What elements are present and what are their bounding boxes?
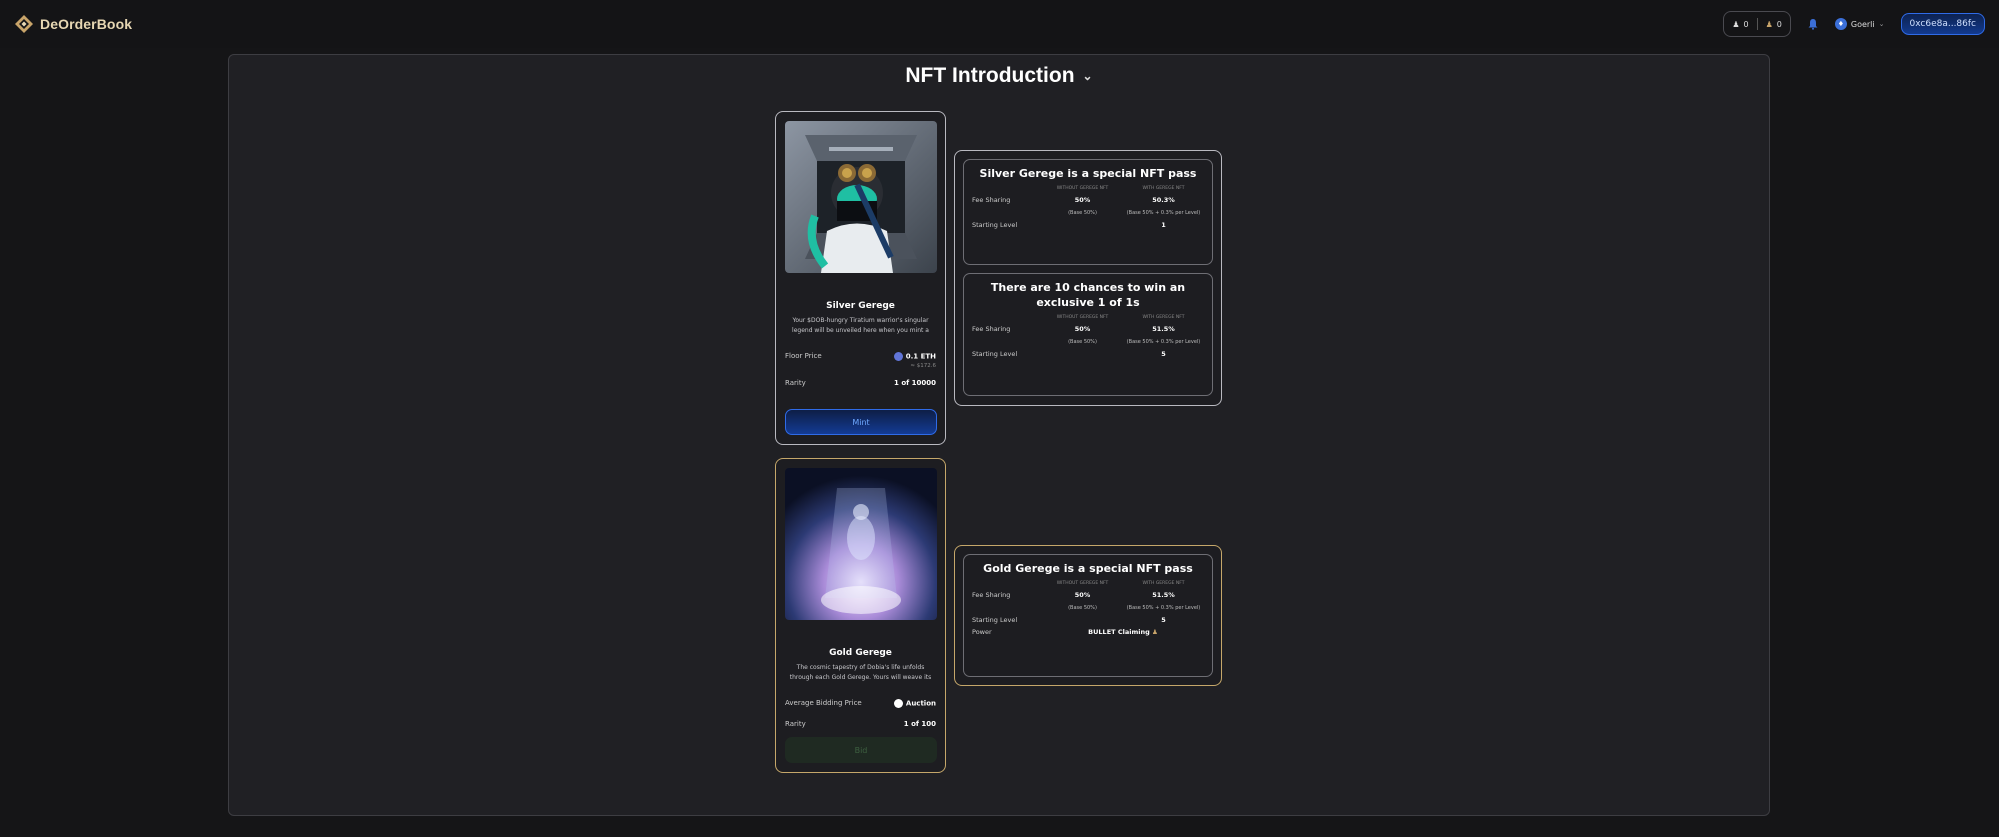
silver-info-panel: Silver Gerege is a special NFT pass WITH…: [954, 150, 1222, 406]
rarity-label: Rarity: [785, 720, 806, 728]
fee-with: 51.5%: [1152, 325, 1175, 333]
note-with: (Base 50% + 0.3% per Level): [1126, 210, 1201, 216]
benefits-table: WITHOUT GEREGE NFT WITH GEREGE NFT Fee S…: [972, 580, 1204, 638]
exclusive-chance-box: There are 10 chances to win an exclusive…: [963, 273, 1213, 396]
token-counters[interactable]: ♟ 0 ♟ 0: [1723, 11, 1791, 37]
eth-icon: [893, 352, 903, 361]
rarity-value: 1 of 10000: [894, 379, 936, 387]
starting-level-value: 5: [1161, 616, 1166, 624]
gold-bullet-icon: ♟: [1765, 19, 1773, 29]
col-header-without: WITHOUT GEREGE NFT: [1056, 581, 1109, 586]
eth-icon: [893, 699, 903, 708]
page-title-dropdown[interactable]: NFT Introduction ⌄: [228, 64, 1770, 88]
fee-sharing-label: Fee Sharing: [972, 196, 1011, 204]
network-selector[interactable]: ♦ Goerli ⌄: [1834, 18, 1885, 30]
power-value-text: BULLET Claiming: [1088, 628, 1150, 636]
fee-with: 51.5%: [1152, 591, 1175, 599]
gold-gerege-card: Gold Gerege The cosmic tapestry of Dobia…: [775, 458, 946, 773]
card-description: The cosmic tapestry of Dobia's life unfo…: [789, 664, 932, 681]
info-title: Gold Gerege is a special NFT pass: [983, 562, 1193, 575]
note-without: (Base 50%): [1068, 605, 1097, 611]
bid-button[interactable]: Bid: [785, 737, 937, 763]
rarity-value: 1 of 100: [903, 720, 936, 728]
floor-price-value: 0.1 ETH: [905, 352, 936, 361]
avg-bid-row: Average Bidding Price Auction: [785, 699, 936, 708]
card-title: Gold Gerege: [829, 648, 892, 658]
gold-bullet-icon: ♟: [1151, 628, 1158, 636]
fee-without: 50%: [1074, 196, 1091, 204]
network-name: Goerli: [1850, 19, 1875, 29]
starting-level-label: Starting Level: [972, 221, 1018, 229]
floor-price-row: Floor Price 0.1 ETH ≈ $172.6: [785, 352, 936, 369]
gold-pass-box: Gold Gerege is a special NFT pass WITHOU…: [963, 554, 1213, 677]
silver-pass-box: Silver Gerege is a special NFT pass WITH…: [963, 159, 1213, 265]
chevron-down-icon: ⌄: [1878, 20, 1885, 28]
fee-sharing-label: Fee Sharing: [972, 325, 1011, 333]
wallet-address-button[interactable]: 0xc6e8a...86fc: [1900, 13, 1985, 35]
note-with: (Base 50% + 0.3% per Level): [1126, 339, 1201, 345]
info-title: Silver Gerege is a special NFT pass: [979, 167, 1197, 180]
gold-gerege-image: [785, 468, 937, 620]
col-header-without: WITHOUT GEREGE NFT: [1056, 315, 1109, 320]
power-value: BULLET Claiming ♟: [1042, 626, 1204, 638]
fee-sharing-label: Fee Sharing: [972, 591, 1011, 599]
chevron-down-icon: ⌄: [1082, 69, 1093, 83]
note-without: (Base 50%): [1068, 339, 1097, 345]
divider: [1756, 18, 1758, 30]
fee-without: 50%: [1074, 325, 1091, 333]
bullet-icon: ♟: [1732, 19, 1740, 29]
logo[interactable]: DeOrderBook: [14, 14, 132, 34]
logo-icon: [15, 15, 33, 33]
logo-text: DeOrderBook: [40, 16, 133, 32]
rarity-row: Rarity 1 of 100: [785, 720, 936, 728]
starting-level-value: 5: [1161, 350, 1166, 358]
gold-info-panel: Gold Gerege is a special NFT pass WITHOU…: [954, 545, 1222, 686]
starting-level-label: Starting Level: [972, 350, 1018, 358]
counter-b: 0: [1776, 19, 1782, 29]
col-header-with: WITH GEREGE NFT: [1142, 581, 1185, 586]
top-bar: DeOrderBook ♟ 0 ♟ 0 ♦ Goerli ⌄ 0xc6e8a...8…: [0, 0, 1999, 48]
fee-without: 50%: [1074, 591, 1091, 599]
fee-with: 50.3%: [1152, 196, 1175, 204]
benefits-table: WITHOUT GEREGE NFT WITH GEREGE NFT Fee S…: [972, 314, 1204, 360]
card-title: Silver Gerege: [826, 301, 895, 311]
bell-icon[interactable]: [1807, 18, 1819, 30]
card-description: Your $DOB-hungry Tiratium warrior's sing…: [792, 317, 929, 334]
floor-price-label: Floor Price: [785, 352, 822, 360]
note-without: (Base 50%): [1068, 210, 1097, 216]
page-title: NFT Introduction: [905, 64, 1075, 87]
power-label: Power: [972, 628, 992, 636]
col-header-with: WITH GEREGE NFT: [1142, 315, 1185, 320]
avg-bid-label: Average Bidding Price: [785, 699, 862, 707]
col-header-with: WITH GEREGE NFT: [1142, 186, 1185, 191]
mint-button[interactable]: Mint: [785, 409, 937, 435]
starting-level-label: Starting Level: [972, 616, 1018, 624]
floor-price-usd: ≈ $172.6: [910, 363, 936, 369]
rarity-label: Rarity: [785, 379, 806, 387]
rarity-row: Rarity 1 of 10000: [785, 379, 936, 387]
col-header-without: WITHOUT GEREGE NFT: [1056, 186, 1109, 191]
info-title: There are 10 chances to win an exclusive…: [990, 281, 1186, 309]
counter-a: 0: [1743, 19, 1749, 29]
ethereum-icon: ♦: [1834, 18, 1847, 30]
starting-level-value: 1: [1161, 221, 1166, 229]
note-with: (Base 50% + 0.3% per Level): [1126, 605, 1201, 611]
silver-gerege-image: [785, 121, 937, 273]
avg-bid-value: Auction: [905, 699, 936, 708]
silver-gerege-card: Silver Gerege Your $DOB-hungry Tiratium …: [775, 111, 946, 445]
benefits-table: WITHOUT GEREGE NFT WITH GEREGE NFT Fee S…: [972, 185, 1204, 231]
